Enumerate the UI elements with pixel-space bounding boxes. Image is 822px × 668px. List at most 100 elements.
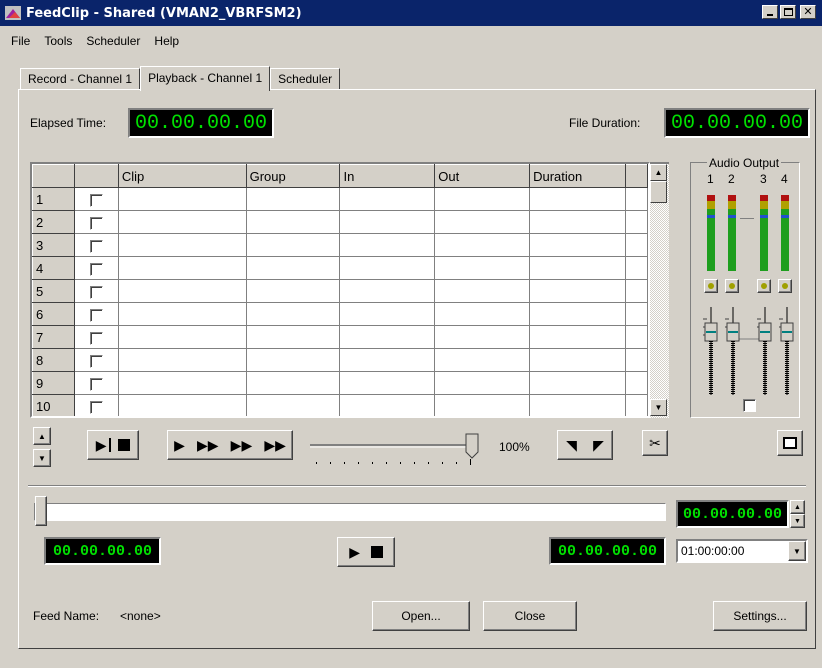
timecode-spin-down[interactable]: ▼ (790, 514, 805, 528)
row-checkbox[interactable] (89, 285, 103, 299)
cell-extra[interactable] (624, 233, 648, 257)
table-row[interactable]: 4 (32, 256, 648, 280)
table-row[interactable]: 5 (32, 279, 648, 303)
maximize-button[interactable] (780, 5, 796, 19)
cell-in[interactable] (339, 233, 436, 257)
cell-clip[interactable] (117, 348, 247, 372)
cell-out[interactable] (434, 187, 531, 211)
cell-duration[interactable] (529, 279, 626, 303)
cell-clip[interactable] (117, 371, 247, 395)
mute-button-2[interactable] (725, 279, 739, 293)
cell-clip[interactable] (117, 394, 247, 416)
cell-clip[interactable] (117, 233, 247, 257)
cell-in[interactable] (339, 348, 436, 372)
cell-group[interactable] (245, 256, 341, 280)
cell-in[interactable] (339, 210, 436, 234)
cell-group[interactable] (245, 187, 341, 211)
cell-in[interactable] (339, 279, 436, 303)
cell-extra[interactable] (624, 394, 648, 416)
table-row[interactable]: 6 (32, 302, 648, 326)
mute-button-4[interactable] (778, 279, 792, 293)
cell-out[interactable] (434, 302, 531, 326)
row-checkbox[interactable] (89, 377, 103, 391)
cell-clip[interactable] (117, 210, 247, 234)
play-2x-icon[interactable]: ▶▶ (197, 437, 219, 454)
table-row[interactable]: 3 (32, 233, 648, 257)
cell-in[interactable] (339, 371, 436, 395)
cell-duration[interactable] (529, 187, 626, 211)
cell-clip[interactable] (117, 187, 247, 211)
cell-duration[interactable] (529, 325, 626, 349)
cell-out[interactable] (434, 210, 531, 234)
row-header[interactable]: 10 (32, 394, 75, 416)
cell-extra[interactable] (624, 210, 648, 234)
row-checkbox[interactable] (89, 308, 103, 322)
menu-help[interactable]: Help (153, 34, 180, 48)
cell-out[interactable] (434, 256, 531, 280)
timecode-spin-up[interactable]: ▲ (790, 500, 805, 514)
table-row[interactable]: 2 (32, 210, 648, 234)
mark-out-icon[interactable]: ◤ (593, 437, 604, 454)
row-header[interactable]: 1 (32, 187, 75, 211)
stop-icon[interactable] (370, 546, 383, 558)
cell-clip[interactable] (117, 325, 247, 349)
cell-duration[interactable] (529, 302, 626, 326)
scroll-up-button[interactable]: ▲ (650, 164, 667, 181)
table-row[interactable]: 8 (32, 348, 648, 372)
row-header[interactable]: 2 (32, 210, 75, 234)
row-checkbox[interactable] (89, 400, 103, 414)
row-checkbox[interactable] (89, 262, 103, 276)
move-up-button[interactable]: ▲ (33, 427, 51, 445)
position-slider-thumb[interactable] (35, 496, 47, 526)
cell-out[interactable] (434, 233, 531, 257)
scroll-thumb[interactable] (650, 181, 667, 203)
table-row[interactable]: 10 (32, 394, 648, 416)
column-header-out[interactable]: Out (434, 164, 531, 188)
cell-extra[interactable] (624, 325, 648, 349)
table-row[interactable]: 1 (32, 187, 648, 211)
row-checkbox[interactable] (89, 193, 103, 207)
cell-group[interactable] (245, 371, 341, 395)
cell-duration[interactable] (529, 233, 626, 257)
cell-in[interactable] (339, 256, 436, 280)
play-3x-icon[interactable]: ▶▶ (231, 437, 253, 454)
row-checkbox[interactable] (89, 354, 103, 368)
monitor-button[interactable] (777, 430, 803, 456)
cell-duration[interactable] (529, 348, 626, 372)
row-checkbox[interactable] (89, 216, 103, 230)
tab-playback-channel-1[interactable]: Playback - Channel 1 (140, 66, 271, 91)
speed-slider[interactable] (306, 430, 486, 470)
cell-in[interactable] (339, 187, 436, 211)
cell-duration[interactable] (529, 371, 626, 395)
cell-group[interactable] (245, 302, 341, 326)
cell-group[interactable] (245, 348, 341, 372)
menu-tools[interactable]: Tools (43, 34, 73, 48)
cell-in[interactable] (339, 394, 436, 416)
title-bar[interactable]: FeedClip - Shared (VMAN2_VBRFSM2) ✕ (0, 0, 822, 26)
duration-select-dropdown-button[interactable]: ▼ (788, 541, 806, 561)
open-button[interactable]: Open... (372, 601, 470, 631)
fader-bank[interactable] (699, 299, 795, 399)
menu-file[interactable]: File (10, 34, 31, 48)
cell-out[interactable] (434, 394, 531, 416)
cell-in[interactable] (339, 325, 436, 349)
cell-extra[interactable] (624, 187, 648, 211)
column-header-clip[interactable]: Clip (117, 164, 247, 188)
row-header[interactable]: 6 (32, 302, 75, 326)
cell-extra[interactable] (624, 302, 648, 326)
cell-clip[interactable] (117, 279, 247, 303)
cell-in[interactable] (339, 302, 436, 326)
grid-vertical-scrollbar[interactable]: ▲ ▼ (650, 162, 669, 418)
play-4x-icon[interactable]: ▶▶ (264, 437, 286, 454)
cell-duration[interactable] (529, 256, 626, 280)
settings-button[interactable]: Settings... (713, 601, 807, 631)
cell-group[interactable] (245, 233, 341, 257)
row-header[interactable]: 8 (32, 348, 75, 372)
cell-duration[interactable] (529, 394, 626, 416)
play-to-mark-icon[interactable]: ▶ (96, 438, 111, 452)
row-header[interactable]: 9 (32, 371, 75, 395)
tab-record-channel-1[interactable]: Record - Channel 1 (20, 68, 141, 90)
row-checkbox[interactable] (89, 239, 103, 253)
cell-out[interactable] (434, 371, 531, 395)
cell-extra[interactable] (624, 256, 648, 280)
